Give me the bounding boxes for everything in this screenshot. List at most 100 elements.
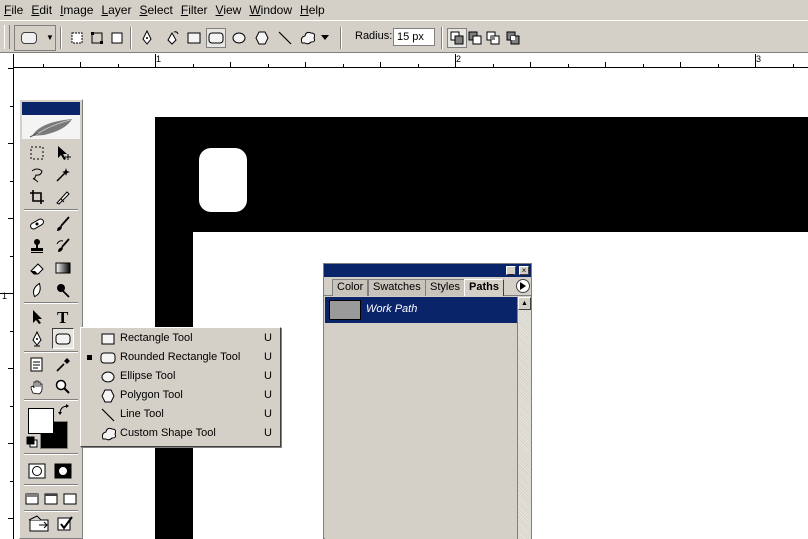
subtract-from-shape-area-button[interactable] (465, 28, 485, 48)
marquee-tool-icon[interactable] (26, 142, 48, 163)
full-screen-mode-icon[interactable] (61, 488, 79, 509)
palette-menu-arrow-icon[interactable] (516, 279, 530, 293)
separator (24, 302, 78, 304)
intersect-shape-areas-button[interactable] (483, 28, 503, 48)
paths-list: Work Path (325, 297, 517, 539)
slice-tool-icon[interactable] (52, 186, 74, 207)
path-selection-tool-icon[interactable] (26, 306, 48, 327)
jump-to-imageready-icon[interactable] (26, 513, 52, 534)
tab-color[interactable]: Color (332, 279, 369, 296)
chevron-down-icon[interactable] (318, 28, 332, 48)
foreground-color-swatch[interactable] (28, 408, 54, 434)
horizontal-ruler[interactable]: 1 2 3 (14, 54, 808, 68)
vertical-ruler[interactable]: 1 (0, 54, 14, 539)
flyout-item-custom-shape-tool[interactable]: Custom Shape Tool U (81, 424, 280, 443)
path-name: Work Path (366, 303, 418, 315)
pen-tool-icon[interactable] (26, 328, 48, 349)
standard-screen-mode-icon[interactable] (23, 488, 41, 509)
options-bar: ▼ Radius: (0, 20, 808, 53)
black-shape-top (155, 117, 808, 232)
ruler-tick (8, 68, 14, 69)
swap-colors-icon[interactable] (58, 404, 70, 416)
pen-icon[interactable] (137, 28, 157, 48)
dodge-tool-icon[interactable] (52, 279, 74, 300)
notes-tool-icon[interactable] (26, 354, 48, 375)
feather-logo[interactable] (22, 115, 80, 139)
default-colors-icon[interactable] (26, 436, 38, 448)
menu-select[interactable]: Select (135, 1, 176, 19)
flyout-item-label: Custom Shape Tool (120, 427, 216, 439)
ellipse-icon[interactable] (229, 28, 249, 48)
eyedropper-tool-icon[interactable] (52, 354, 74, 375)
separator (24, 399, 78, 401)
radius-input[interactable] (393, 28, 435, 46)
standard-mode-icon[interactable] (26, 460, 48, 481)
type-tool-icon[interactable]: T (52, 306, 74, 327)
line-icon[interactable] (275, 28, 295, 48)
close-icon[interactable]: × (519, 266, 529, 275)
exclude-overlapping-shape-areas-button[interactable] (503, 28, 523, 48)
options-bar-grip[interactable] (4, 25, 10, 49)
eraser-tool-icon[interactable] (26, 257, 48, 278)
ruler-tick (567, 64, 569, 68)
ruler-label: 1 (2, 291, 8, 301)
tab-paths[interactable]: Paths (464, 279, 504, 296)
menu-layer[interactable]: Layer (97, 1, 135, 19)
checkmark-icon[interactable] (54, 513, 76, 534)
flyout-item-polygon-tool[interactable]: Polygon Tool U (81, 386, 280, 405)
toolbox-title-bar[interactable] (22, 102, 80, 115)
menu-help[interactable]: Help (296, 1, 329, 19)
gradient-tool-icon[interactable] (52, 257, 74, 278)
flyout-item-ellipse-tool[interactable]: Ellipse Tool U (81, 367, 280, 386)
menu-view[interactable]: View (212, 1, 246, 19)
path-row-work-path[interactable]: Work Path (325, 297, 517, 323)
polygon-icon (100, 388, 116, 403)
polygon-icon[interactable] (252, 28, 272, 48)
menu-image[interactable]: Image (56, 1, 97, 19)
selected-bullet-icon (87, 355, 92, 360)
full-screen-menu-mode-icon[interactable] (42, 488, 60, 509)
clone-stamp-tool-icon[interactable] (26, 235, 48, 256)
ruler-tick (492, 64, 494, 68)
brush-tool-icon[interactable] (52, 213, 74, 234)
toolbox: T (19, 99, 83, 539)
add-to-shape-area-button[interactable] (447, 28, 467, 48)
history-brush-tool-icon[interactable] (52, 235, 74, 256)
tool-preset-picker[interactable]: ▼ (14, 25, 56, 51)
palette-tabs: Color Swatches Styles Paths (324, 277, 531, 296)
crop-tool-icon[interactable] (26, 186, 48, 207)
menu-edit[interactable]: Edit (27, 1, 56, 19)
menu-file[interactable]: File (0, 1, 27, 19)
rectangle-icon[interactable] (184, 28, 204, 48)
magic-wand-tool-icon[interactable] (52, 164, 74, 185)
custom-shape-icon[interactable] (298, 28, 318, 48)
healing-brush-tool-icon[interactable] (26, 213, 48, 234)
tab-swatches[interactable]: Swatches (368, 279, 426, 296)
scroll-up-icon[interactable]: ▲ (518, 297, 531, 310)
rounded-rectangle-tool-icon[interactable] (52, 328, 74, 349)
flyout-item-rounded-rectangle-tool[interactable]: Rounded Rectangle Tool U (81, 348, 280, 367)
quick-mask-mode-icon[interactable] (52, 460, 74, 481)
fill-pixels-button[interactable] (107, 28, 127, 48)
flyout-item-line-tool[interactable]: Line Tool U (81, 405, 280, 424)
palette-title-bar[interactable]: _ × (324, 264, 531, 277)
blur-tool-icon[interactable] (26, 279, 48, 300)
paths-scrollbar[interactable]: ▲ (517, 297, 531, 539)
minimize-icon[interactable]: _ (506, 266, 516, 275)
zoom-tool-icon[interactable] (52, 376, 74, 397)
ruler-label: 1 (156, 54, 162, 64)
paths-mode-button[interactable] (87, 28, 107, 48)
flyout-item-rectangle-tool[interactable]: Rectangle Tool U (81, 329, 280, 348)
shape-layers-button[interactable] (67, 28, 87, 48)
rounded-rectangle-icon[interactable] (206, 28, 226, 48)
menu-filter[interactable]: Filter (177, 1, 212, 19)
ruler-label: 3 (756, 54, 762, 64)
tab-styles[interactable]: Styles (425, 279, 465, 296)
lasso-tool-icon[interactable] (26, 164, 48, 185)
hand-tool-icon[interactable] (26, 376, 48, 397)
move-tool-icon[interactable] (52, 142, 74, 163)
flyout-item-shortcut: U (264, 389, 272, 401)
ellipse-icon (100, 369, 116, 384)
menu-window[interactable]: Window (245, 1, 296, 19)
freeform-pen-icon[interactable] (162, 28, 182, 48)
